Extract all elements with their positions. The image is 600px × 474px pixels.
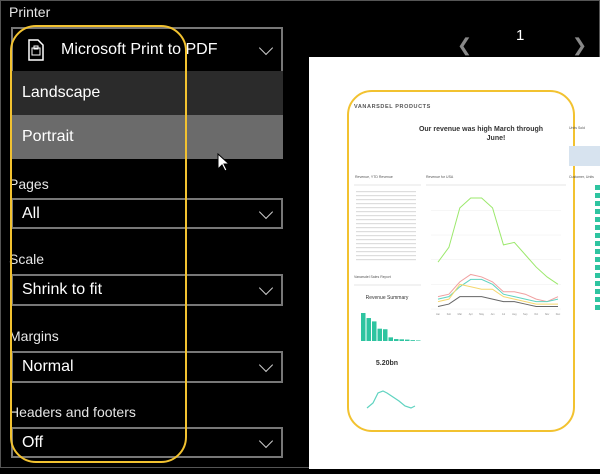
page-number: 1 (516, 27, 525, 44)
month-tick: May (479, 313, 484, 316)
summary-title: Revenue Summary (366, 295, 409, 301)
headers-footers-value: Off (22, 433, 44, 451)
month-tick: Apr (469, 313, 473, 316)
table-row (356, 251, 416, 253)
headline: Our revenue was high March through (419, 126, 543, 133)
mouse-cursor-icon (217, 153, 231, 172)
units-sold-title: Units Sold (569, 126, 585, 130)
customer-bar (595, 273, 600, 278)
kpi-value: 5.20bn (376, 360, 398, 367)
pages-dropdown[interactable]: All (11, 198, 283, 229)
month-tick: Mar (458, 313, 462, 316)
customer-bar (595, 257, 600, 262)
month-tick: Jul (502, 313, 506, 316)
headers-footers-dropdown[interactable]: Off (11, 427, 283, 458)
table-row (356, 207, 416, 209)
printer-label: Printer (9, 4, 51, 20)
chevron-down-icon (258, 280, 274, 296)
month-tick: Sep (523, 313, 528, 316)
sales-report-title: Vanarsdel Sales Report (354, 275, 391, 279)
table-row (356, 223, 416, 225)
summary-bar (361, 313, 366, 341)
map-thumbnail (569, 146, 600, 166)
summary-bar (383, 329, 388, 341)
customer-bar (595, 185, 600, 190)
scale-value: Shrink to fit (22, 281, 103, 298)
summary-bar (394, 339, 399, 341)
table-row (356, 231, 416, 233)
headline-2: June! (487, 135, 506, 142)
table-row (356, 259, 416, 261)
headers-footers-label: Headers and footers (9, 404, 136, 420)
table-row (356, 203, 416, 205)
table-row (356, 247, 416, 249)
prev-page-button[interactable]: ❮ (457, 35, 472, 56)
customer-bar (595, 233, 600, 238)
summary-bar (366, 318, 371, 341)
summary-bar (399, 339, 404, 341)
option-portrait[interactable]: Portrait (11, 115, 283, 159)
printer-dropdown[interactable]: Microsoft Print to PDF (11, 27, 283, 73)
table-row (356, 195, 416, 197)
preview-highlight (347, 90, 575, 432)
summary-bar (377, 328, 382, 341)
table-row (356, 255, 416, 257)
month-tick: Jan (436, 313, 441, 316)
margins-label: Margins (9, 328, 59, 344)
ytd-title: Revenue, YTD Revenue (355, 175, 393, 179)
summary-bar (388, 337, 393, 341)
margins-dropdown[interactable]: Normal (11, 351, 283, 383)
chevron-down-icon (258, 204, 274, 219)
margins-value: Normal (22, 358, 74, 375)
customer-bar (595, 217, 600, 222)
table-row (356, 243, 416, 245)
chevron-down-icon (258, 433, 274, 448)
customer-bar (595, 305, 600, 310)
summary-bar (410, 340, 415, 341)
pages-label: Pages (9, 176, 49, 192)
summary-bar (405, 339, 410, 341)
scale-dropdown[interactable]: Shrink to fit (11, 274, 283, 306)
month-tick: Dec (556, 313, 561, 316)
customer-bar (595, 265, 600, 270)
table-row (356, 199, 416, 201)
customer-bar (595, 209, 600, 214)
scale-label: Scale (9, 251, 45, 267)
customer-bar (595, 241, 600, 246)
month-tick: Feb (447, 313, 452, 316)
customer-bar (595, 201, 600, 206)
chevron-down-icon (258, 40, 274, 56)
table-row (356, 235, 416, 237)
usa-title: Revenue for USA (426, 175, 454, 179)
printer-value: Microsoft Print to PDF (61, 41, 218, 58)
summary-bar (372, 321, 377, 341)
table-row (356, 239, 416, 241)
month-tick: Aug (512, 313, 517, 316)
table-row (356, 191, 416, 193)
customer-bar (595, 249, 600, 254)
next-page-button[interactable]: ❯ (572, 35, 587, 56)
summary-bar (416, 340, 421, 341)
option-landscape[interactable]: Landscape (11, 71, 283, 115)
customer-bar (595, 289, 600, 294)
customer-units-title: Customer, Units (569, 175, 594, 179)
customer-bar (595, 225, 600, 230)
month-tick: Jun (491, 313, 496, 316)
month-tick: Nov (545, 313, 550, 316)
customer-bar (595, 281, 600, 286)
report-thumbnail: VANARSDEL PRODUCTS Our revenue was high … (347, 90, 600, 432)
pages-value: All (22, 204, 40, 222)
customer-bar (595, 193, 600, 198)
table-row (356, 227, 416, 229)
month-tick: Oct (534, 313, 538, 316)
print-preview-page: VANARSDEL PRODUCTS Our revenue was high … (309, 57, 600, 469)
customer-bar (595, 297, 600, 302)
table-row (356, 219, 416, 221)
printer-icon (28, 39, 44, 61)
brand-label: VANARSDEL PRODUCTS (354, 104, 431, 110)
chevron-down-icon (258, 357, 274, 373)
table-row (356, 211, 416, 213)
table-row (356, 215, 416, 217)
